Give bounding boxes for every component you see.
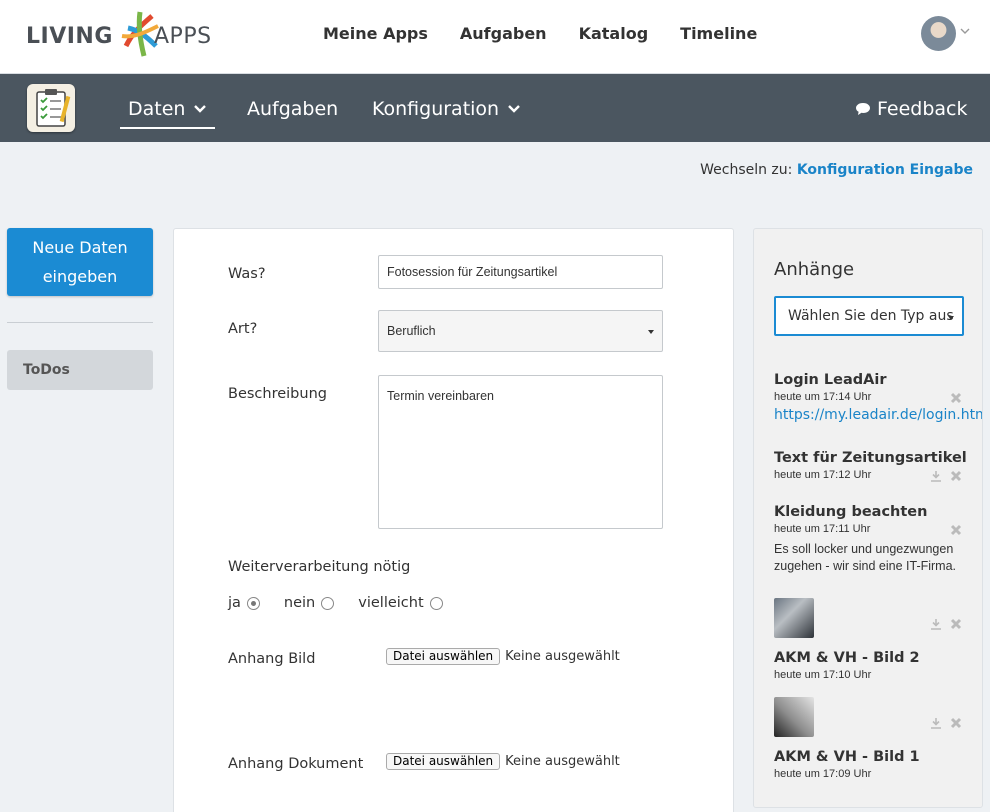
appnav-daten-label: Daten xyxy=(128,98,186,120)
radio-ja[interactable]: ja xyxy=(228,595,260,611)
delete-icon[interactable] xyxy=(950,618,962,630)
user-avatar[interactable] xyxy=(921,16,956,51)
anhang-bild-file-input: Datei auswählen Keine ausgewählt xyxy=(386,648,620,665)
attachment-item: Kleidung beachten heute um 17:11 Uhr Es … xyxy=(774,504,982,575)
anhang-dokument-label: Anhang Dokument xyxy=(228,756,364,772)
radio-nein-button[interactable] xyxy=(321,596,335,610)
attachment-name: AKM & VH - Bild 1 xyxy=(774,749,920,765)
logo-apps-text: APPS xyxy=(154,24,212,49)
appnav-daten[interactable]: Daten xyxy=(119,98,216,129)
art-select-value: Beruflich xyxy=(387,324,436,338)
anhang-bild-label: Anhang Bild xyxy=(228,651,316,667)
top-bar: LIVING APPS Meine Apps Aufgaben Katalog … xyxy=(0,0,990,74)
attachment-thumbnail[interactable] xyxy=(774,598,814,638)
appnav-aufgaben-label: Aufgaben xyxy=(247,98,339,120)
appnav-aufgaben[interactable]: Aufgaben xyxy=(247,98,338,120)
attachment-name: Kleidung beachten xyxy=(774,504,928,520)
weiterverarbeitung-label: Weiterverarbeitung nötig xyxy=(228,559,411,575)
app-clipboard-icon[interactable] xyxy=(27,84,75,132)
attachment-type-select-value: Wählen Sie den Typ aus xyxy=(788,308,954,324)
feedback-button[interactable]: Feedback xyxy=(855,98,967,120)
anhang-dokument-file-input: Datei auswählen Keine ausgewählt xyxy=(386,753,620,770)
radio-ja-button[interactable] xyxy=(246,596,260,610)
was-label: Was? xyxy=(228,266,266,282)
radio-nein[interactable]: nein xyxy=(283,595,335,611)
topnav-aufgaben[interactable]: Aufgaben xyxy=(460,24,547,43)
logo-living-text: LIVING xyxy=(26,24,113,49)
appnav-konfiguration-label: Konfiguration xyxy=(372,98,500,120)
attachment-link[interactable]: https://my.leadair.de/login.htm xyxy=(774,407,982,423)
speech-bubble-icon xyxy=(856,103,870,115)
download-icon[interactable] xyxy=(930,717,942,729)
select-caret-icon xyxy=(948,316,954,320)
attachments-title: Anhänge xyxy=(774,259,855,280)
switch-link-konfiguration[interactable]: Konfiguration Eingabe xyxy=(797,162,973,178)
chevron-down-icon xyxy=(508,105,520,113)
topnav-katalog[interactable]: Katalog xyxy=(579,24,649,43)
anhang-dokument-choose-button[interactable]: Datei auswählen xyxy=(386,753,501,770)
delete-icon[interactable] xyxy=(950,717,962,729)
radio-nein-label: nein xyxy=(283,595,316,611)
chevron-down-icon xyxy=(194,105,207,113)
living-apps-logo[interactable]: LIVING APPS xyxy=(26,6,226,60)
new-data-button[interactable]: Neue Daten eingeben xyxy=(7,228,153,296)
attachment-item: AKM & VH - Bild 2 heute um 17:10 Uhr xyxy=(774,598,982,681)
weiterverarbeitung-radio-group: ja nein vielleicht xyxy=(228,595,467,611)
delete-icon[interactable] xyxy=(950,524,962,536)
appnav-konfiguration[interactable]: Konfiguration xyxy=(372,98,521,120)
attachment-time: heute um 17:09 Uhr xyxy=(774,768,872,780)
attachment-name: Login LeadAir xyxy=(774,372,887,388)
radio-vielleicht[interactable]: vielleicht xyxy=(358,595,443,611)
topnav-timeline[interactable]: Timeline xyxy=(680,24,757,43)
new-data-line2: eingeben xyxy=(42,267,118,286)
switch-prefix: Wechseln zu: xyxy=(700,162,793,178)
attachment-type-select[interactable]: Wählen Sie den Typ aus xyxy=(774,296,964,336)
was-input[interactable]: Fotosession für Zeitungsartikel xyxy=(378,255,663,289)
attachment-description: Es soll locker und ungezwungen zugehen -… xyxy=(774,542,957,573)
chevron-down-icon[interactable] xyxy=(960,26,970,36)
attachment-name: Text für Zeitungsartikel xyxy=(774,450,967,466)
anhang-dokument-status: Keine ausgewählt xyxy=(505,754,620,769)
attachment-name: AKM & VH - Bild 2 xyxy=(774,650,920,666)
sidebar-item-todos[interactable]: ToDos xyxy=(7,350,153,390)
select-caret-icon xyxy=(648,330,654,334)
app-bar: Daten Aufgaben Konfiguration Feedback xyxy=(0,74,990,142)
form-panel: Was? Fotosession für Zeitungsartikel Art… xyxy=(173,228,734,812)
anhang-bild-status: Keine ausgewählt xyxy=(505,649,620,664)
anhang-bild-choose-button[interactable]: Datei auswählen xyxy=(386,648,501,665)
download-icon[interactable] xyxy=(930,470,942,482)
beschreibung-textarea[interactable]: Termin vereinbaren xyxy=(378,375,663,529)
topnav-meine-apps[interactable]: Meine Apps xyxy=(323,24,428,43)
beschreibung-label: Beschreibung xyxy=(228,386,327,402)
radio-ja-label: ja xyxy=(228,595,241,611)
download-icon[interactable] xyxy=(930,618,942,630)
top-navigation: Meine Apps Aufgaben Katalog Timeline xyxy=(323,24,757,43)
sidebar-divider xyxy=(7,322,153,323)
attachments-panel: Anhänge Wählen Sie den Typ aus Login Lea… xyxy=(753,228,983,808)
art-label: Art? xyxy=(228,321,258,337)
delete-icon[interactable] xyxy=(950,470,962,482)
attachment-item: AKM & VH - Bild 1 heute um 17:09 Uhr xyxy=(774,697,982,780)
radio-vielleicht-button[interactable] xyxy=(429,596,443,610)
feedback-label: Feedback xyxy=(877,98,968,120)
art-select[interactable]: Beruflich xyxy=(378,310,663,352)
attachment-time: heute um 17:10 Uhr xyxy=(774,669,872,681)
radio-vielleicht-label: vielleicht xyxy=(358,595,424,611)
new-data-line1: Neue Daten xyxy=(32,238,128,257)
delete-icon[interactable] xyxy=(950,392,962,404)
attachment-thumbnail[interactable] xyxy=(774,697,814,737)
switch-view-line: Wechseln zu: Konfiguration Eingabe xyxy=(700,162,973,178)
